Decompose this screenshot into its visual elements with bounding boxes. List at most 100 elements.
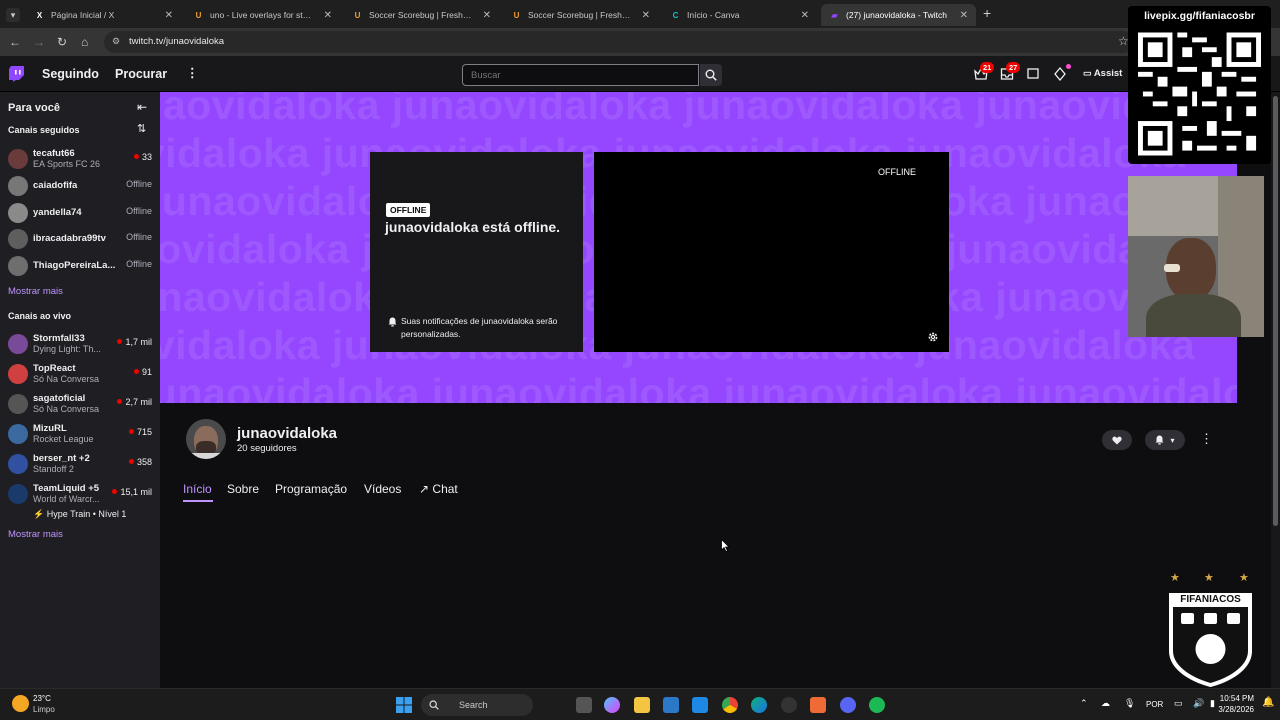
tab-about[interactable]: Sobre bbox=[227, 482, 259, 496]
tab-title: Página Inicial / X bbox=[51, 10, 115, 20]
viewer-count: 15,1 mil bbox=[112, 487, 152, 497]
follow-button[interactable] bbox=[1102, 430, 1132, 450]
cloud-icon[interactable]: ☁ bbox=[1101, 698, 1110, 709]
assist-button[interactable]: ▭ Assist bbox=[1083, 68, 1122, 79]
close-tab-icon[interactable]: ✕ bbox=[324, 10, 332, 21]
channel-avatar bbox=[8, 394, 28, 414]
close-tab-icon[interactable]: ✕ bbox=[642, 10, 650, 21]
page-scrollbar[interactable] bbox=[1271, 92, 1280, 688]
reload-icon[interactable]: ↻ bbox=[57, 35, 67, 49]
search-input[interactable] bbox=[462, 64, 699, 86]
file-explorer-icon[interactable] bbox=[634, 697, 650, 713]
show-more-followed[interactable]: Mostrar mais bbox=[8, 286, 63, 297]
channel-avatar bbox=[8, 229, 28, 250]
notification-bell-icon[interactable]: 🔔 bbox=[1262, 697, 1274, 708]
sidebar-channel[interactable]: berser_nt +2 Standoff 2 358 bbox=[0, 450, 160, 478]
spotify-icon[interactable] bbox=[869, 697, 885, 713]
channel-avatar[interactable] bbox=[186, 419, 226, 459]
edge-icon[interactable] bbox=[751, 697, 767, 713]
hype-train-text: Hype Train • Nível 1 bbox=[46, 509, 127, 519]
chrome-icon[interactable] bbox=[722, 697, 738, 713]
copilot-icon[interactable] bbox=[604, 697, 620, 713]
address-bar[interactable]: ⚙ twitch.tv/junaovidaloka bbox=[104, 31, 1134, 53]
twitch-logo-icon[interactable] bbox=[9, 66, 24, 82]
sidebar-channel[interactable]: yandella74 Offline bbox=[0, 199, 160, 227]
sidebar-channel[interactable]: TeamLiquid +5 World of Warcr... 15,1 mil bbox=[0, 480, 160, 508]
settings-gear-icon[interactable] bbox=[927, 331, 939, 343]
video-player[interactable]: OFFLINE bbox=[594, 152, 949, 352]
star-icon: ★ bbox=[1204, 572, 1214, 584]
notifications-badge: 27 bbox=[1006, 62, 1021, 73]
show-more-live[interactable]: Mostrar mais bbox=[8, 529, 63, 540]
weather-sun-icon[interactable] bbox=[12, 695, 29, 712]
browser-tab[interactable]: Uuno - Live overlays for streamin ✕ bbox=[185, 4, 340, 26]
store-icon[interactable] bbox=[663, 697, 679, 713]
tab-home[interactable]: Início bbox=[183, 482, 212, 496]
back-arrow-icon[interactable]: ← bbox=[9, 35, 21, 49]
weather-temp[interactable]: 23°C bbox=[33, 694, 51, 703]
taskbar-search[interactable]: Search bbox=[421, 694, 533, 716]
volume-icon[interactable]: 🔊 bbox=[1193, 698, 1204, 709]
close-tab-icon[interactable]: ✕ bbox=[801, 10, 809, 21]
close-tab-icon[interactable]: ✕ bbox=[165, 10, 173, 21]
sidebar-channel[interactable]: ThiagoPereiraLa... Offline bbox=[0, 252, 160, 280]
live-dot-icon bbox=[128, 429, 134, 434]
channel-avatar bbox=[8, 424, 28, 444]
outlook-icon[interactable] bbox=[692, 697, 708, 713]
forward-arrow-icon[interactable]: → bbox=[33, 35, 45, 49]
sidebar-channel[interactable]: MizuRL Rocket League 715 bbox=[0, 420, 160, 448]
browser-tab[interactable]: X Página Inicial / X ✕ bbox=[26, 4, 181, 26]
sidebar-channel[interactable]: sagatoficial Só Na Conversa 2,7 mil bbox=[0, 390, 160, 418]
new-tab-plus-icon[interactable]: + bbox=[983, 5, 991, 21]
sidebar-channel[interactable]: caiadofifa Offline bbox=[0, 172, 160, 200]
sort-icon[interactable]: ⇅ bbox=[137, 122, 146, 135]
windows-start-icon[interactable] bbox=[396, 697, 412, 713]
more-menu-icon[interactable]: ⋮ bbox=[186, 65, 199, 80]
bits-gem-icon[interactable] bbox=[1053, 67, 1067, 81]
tab-search-chevron-icon[interactable]: ▾ bbox=[6, 8, 20, 22]
assist-label: Assist bbox=[1093, 68, 1123, 79]
site-info-icon[interactable]: ⚙ bbox=[112, 36, 120, 47]
channel-name[interactable]: junaovidaloka bbox=[237, 425, 337, 442]
obs-icon[interactable] bbox=[781, 697, 797, 713]
live-dot-icon bbox=[128, 459, 134, 464]
browser-tab[interactable]: U Soccer Scorebug | Fresh - overl ✕ bbox=[503, 4, 658, 26]
discord-icon[interactable] bbox=[840, 697, 856, 713]
collapse-sidebar-icon[interactable]: ⇤ bbox=[137, 100, 147, 114]
sidebar-channel[interactable]: tecafut66 EA Sports FC 26 33 bbox=[0, 145, 160, 173]
viewer-count-value: Offline bbox=[126, 259, 152, 270]
language-indicator[interactable]: POR bbox=[1146, 700, 1163, 709]
channel-more-icon[interactable]: ⋮ bbox=[1200, 431, 1213, 447]
sidebar-channel[interactable]: ibracadabra99tv Offline bbox=[0, 225, 160, 253]
battery-icon[interactable]: ▮ bbox=[1210, 698, 1215, 709]
ea-app-icon[interactable] bbox=[810, 697, 826, 713]
close-tab-icon[interactable]: ✕ bbox=[960, 10, 968, 21]
nav-browse[interactable]: Procurar bbox=[115, 67, 167, 81]
home-icon[interactable]: ⌂ bbox=[81, 35, 88, 49]
task-view-icon[interactable] bbox=[576, 697, 592, 713]
assist-icon: ▭ bbox=[1083, 68, 1092, 78]
clock-time[interactable]: 10:54 PM bbox=[1220, 694, 1254, 703]
notifications-button[interactable]: ▾ bbox=[1145, 430, 1185, 450]
whispers-icon[interactable] bbox=[1026, 67, 1040, 81]
browser-tab[interactable]: U Soccer Scorebug | Fresh - overl ✕ bbox=[344, 4, 499, 26]
browser-tab[interactable]: C Início - Canva ✕ bbox=[662, 4, 817, 26]
search-button[interactable] bbox=[700, 64, 722, 86]
sidebar-channel[interactable]: Stormfall33 Dying Light: Th... 1,7 mil bbox=[0, 330, 160, 358]
banner-watermark-1: junaovidaloka junaovidaloka junaovidalok… bbox=[160, 92, 1237, 128]
sidebar-channel[interactable]: TopReact Só Na Conversa 91 bbox=[0, 360, 160, 388]
monitor-icon[interactable]: ▭ bbox=[1174, 698, 1183, 709]
close-tab-icon[interactable]: ✕ bbox=[483, 10, 491, 21]
nav-following[interactable]: Seguindo bbox=[42, 67, 99, 81]
tab-chat[interactable]: ↗ Chat bbox=[419, 482, 458, 496]
channel-avatar bbox=[8, 149, 28, 169]
mic-icon[interactable]: 🎙 bbox=[1124, 698, 1135, 709]
bits-dot bbox=[1066, 64, 1071, 69]
tray-chevron-icon[interactable]: ⌃ bbox=[1080, 698, 1088, 709]
clock-date[interactable]: 3/28/2026 bbox=[1218, 705, 1254, 714]
channel-category: Só Na Conversa bbox=[33, 404, 100, 414]
inbox-badge: 21 bbox=[980, 62, 995, 73]
tab-schedule[interactable]: Programação bbox=[275, 482, 347, 496]
tab-videos[interactable]: Vídeos bbox=[364, 482, 401, 496]
browser-tab[interactable]: ▰ (27) junaovidaloka - Twitch ✕ bbox=[821, 4, 976, 26]
